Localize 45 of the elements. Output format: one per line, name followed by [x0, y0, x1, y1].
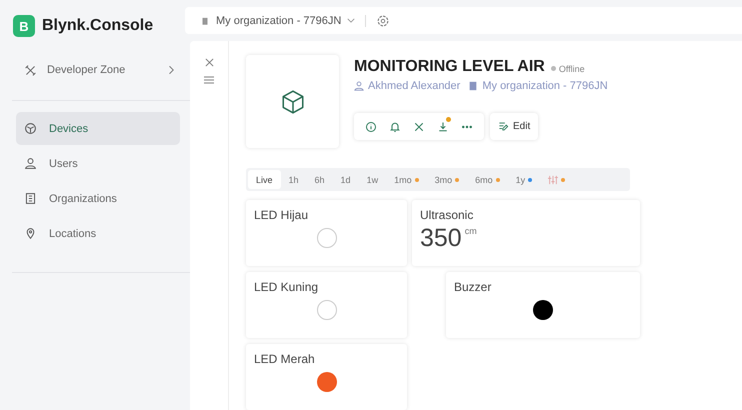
settings-button[interactable] [376, 14, 390, 28]
unit-label: cm [464, 226, 477, 236]
organization-dropdown[interactable]: My organization - 7796JN [200, 14, 356, 26]
nav-item[interactable]: Locations [16, 217, 180, 250]
brand-name: Blynk.Console [42, 17, 154, 35]
developer-zone-item[interactable]: Developer Zone [24, 62, 174, 78]
time-range-tab[interactable]: 1y [508, 170, 540, 189]
status-label: Offline [550, 64, 585, 74]
time-range-tab[interactable]: Live [248, 170, 281, 189]
edit-icon [498, 121, 509, 132]
menu-button[interactable] [204, 76, 214, 84]
menu-icon [204, 76, 214, 84]
pin-icon [24, 227, 37, 240]
download-icon [437, 120, 449, 132]
widget-title: LED Merah [254, 352, 315, 366]
nav-item[interactable]: Users [16, 147, 180, 180]
edit-button[interactable]: Edit [490, 113, 538, 140]
widget-title: Buzzer [454, 280, 492, 294]
time-range-tab[interactable]: 1d [332, 170, 359, 189]
close-icon [204, 58, 214, 67]
time-range-tab[interactable]: 3mo [426, 170, 468, 189]
widget-title: Ultrasonic [420, 208, 474, 222]
organization-link[interactable]: My organization - 7796JN [468, 80, 608, 92]
logo-badge: B [13, 15, 35, 37]
time-range-tab[interactable]: 6mo [467, 170, 508, 189]
time-range-tab[interactable]: 1mo [386, 170, 427, 189]
nav-item[interactable]: Organizations [16, 182, 180, 215]
info-icon [365, 120, 377, 132]
settings-icon [376, 14, 390, 28]
device-title: MONITORING LEVEL AIR [354, 58, 545, 76]
chevron-right-icon [168, 65, 174, 75]
owner-link[interactable]: Akhmed Alexander [354, 80, 460, 92]
time-range-tab[interactable]: 1w [358, 170, 386, 189]
sliders-icon [548, 174, 558, 184]
close-button[interactable] [204, 58, 214, 67]
chevron-down-icon [347, 18, 356, 23]
widget-title: LED Kuning [254, 280, 318, 294]
widget-title: LED Hijau [254, 208, 308, 222]
user-icon [354, 81, 364, 91]
bell-icon [389, 120, 401, 132]
time-range-tab[interactable]: 6h [306, 170, 333, 189]
time-range-tab[interactable]: 1h [280, 170, 307, 189]
user-icon [24, 157, 37, 170]
sensor-value: 350 [420, 224, 462, 253]
nav-item[interactable]: Devices [16, 112, 180, 145]
